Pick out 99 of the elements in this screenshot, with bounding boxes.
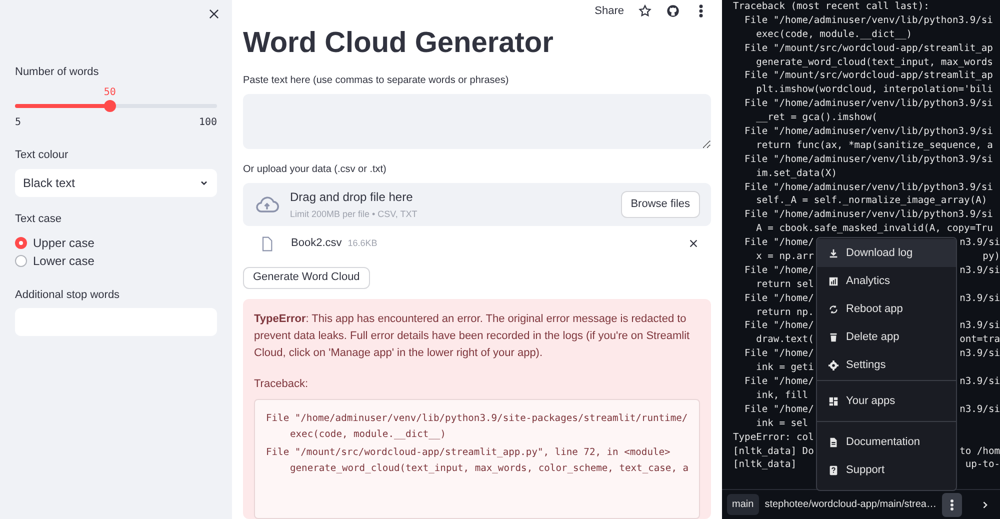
error-message: TypeError: This app has encountered an error. The original error message is redacted to prevent data leaks. Full error details have been recorded in the logs (if you're on Streamlit Cloud, click on 'Manage app' in the lower right of your app).: [254, 312, 691, 361]
log-line: plt.imshow(wordcloud, interpolation='bili: [755, 83, 993, 98]
log-line: self._A = self._normalize_image_array(A): [755, 194, 988, 208]
uploader-label: Or upload your data (.csv or .txt): [243, 163, 388, 178]
log-line: n3.9/si: [960, 402, 1000, 417]
log-line: Traceback (most recent call last):: [733, 0, 930, 14]
log-line: n3.9/si: [960, 347, 1000, 362]
log-line: File "/home/adminuser/venv/lib/python3.9/si: [744, 14, 993, 28]
slider-label: Number of words: [15, 65, 100, 80]
colour-dropdown[interactable]: Black text: [15, 169, 217, 197]
log-line: File "/home/adminuser/venv/lib/python3.9/si: [744, 208, 993, 222]
dropzone-hint: Limit 200MB per file • CSV, TXT: [290, 208, 418, 221]
log-line: File "/home/adminuser/venv/lib/python3.9/si: [744, 152, 993, 167]
slider-max: 100: [198, 116, 217, 130]
radio-button[interactable]: [15, 236, 27, 248]
menu-item[interactable]: Analytics: [817, 267, 956, 295]
log-line: to /hom: [960, 444, 1000, 458]
log-line: n3.9/si: [960, 292, 1000, 306]
repo-path: stephotee/wordcloud-app/main/strea…: [764, 498, 936, 512]
generate-button[interactable]: Generate Word Cloud: [243, 266, 370, 289]
log-line: File "/home/adminuser/venv/lib/python3.9/si: [744, 97, 993, 112]
log-line: File "/mount/src/wordcloud-app/streamlit_ap: [744, 42, 993, 56]
log-line: py): [982, 250, 1000, 264]
log-line: generate_word_cloud(text_input, max_words: [755, 56, 993, 70]
log-line: File "/home/: [744, 236, 814, 250]
log-line: File "/home/: [744, 292, 814, 306]
log-line: File "/home/: [744, 347, 814, 362]
log-line: ont=tra: [960, 333, 1000, 348]
log-line: return func(ax, *map(sanitize_sequence, a: [755, 138, 993, 153]
text-field[interactable]: [243, 94, 711, 150]
radio-button[interactable]: [15, 254, 27, 266]
bar-chart-icon: [828, 276, 839, 286]
log-line: __ret = gca().imshow(: [755, 111, 878, 126]
radio-label[interactable]: Upper case: [33, 234, 94, 252]
menu-item[interactable]: Support: [817, 456, 956, 484]
upload-dropzone[interactable]: Drag and drop file here Limit 200MB per file • CSV, TXT Browse files: [243, 183, 711, 226]
input-label: Additional stop words: [15, 288, 121, 302]
log-line: up-to-: [965, 458, 1000, 472]
branch-badge: main: [727, 494, 759, 515]
menu-item[interactable]: Download log: [817, 239, 956, 267]
log-line: n3.9/si: [960, 264, 1000, 278]
log-line: im.set_data(X): [755, 166, 837, 181]
log-line: exec(code, module.__dict__): [755, 28, 912, 42]
file-name: Book2.csv: [291, 236, 342, 252]
grid-icon: [828, 396, 839, 406]
trash-icon: [828, 332, 839, 342]
radio-label[interactable]: Lower case: [33, 252, 94, 270]
log-line: ink = sel: [755, 416, 808, 431]
page-title: Word Cloud Generator: [243, 26, 554, 62]
log-line: x = np.arr: [755, 250, 814, 264]
log-line: File "/home/adminuser/venv/lib/python3.9/si: [744, 125, 993, 139]
menu-item[interactable]: Documentation: [817, 428, 956, 456]
log-line: A = cbook.safe_masked_invalid(A, copy=Tru: [755, 222, 993, 236]
log-line: n3.9/si: [960, 375, 1000, 389]
document-icon: [828, 436, 839, 448]
select-label: Text colour: [15, 148, 70, 162]
star-icon[interactable]: [638, 4, 652, 18]
github-icon[interactable]: [666, 4, 680, 18]
log-line: File "/home/: [744, 319, 814, 334]
file-size: 16.6KB: [348, 236, 378, 250]
log-line: TypeError: col: [733, 430, 814, 444]
log-line: ink, fill: [755, 388, 808, 403]
code-line: generate_word_cloud(text_input, max_words, color_scheme, text_case, a: [289, 462, 688, 476]
code-line: File "/mount/src/wordcloud-app/streamlit_app.py", line 72, in <module>: [266, 446, 672, 460]
more-button[interactable]: [942, 492, 962, 516]
log-line: File "/home/: [744, 402, 814, 417]
code-line: File "/home/adminuser/venv/lib/python3.9/site-packages/streamlit/runtime/: [266, 412, 688, 426]
menu-item[interactable]: Reboot app: [817, 295, 956, 323]
settings-icon: [828, 360, 839, 370]
log-line: File "/home/: [744, 264, 814, 278]
slider-min: 5: [15, 116, 22, 130]
menu-item[interactable]: Your apps: [817, 387, 956, 415]
log-line: [nltk_data]: [733, 458, 797, 472]
log-line: File "/mount/src/wordcloud-app/streamlit_ap: [744, 69, 993, 84]
log-line: draw.text(: [755, 333, 814, 348]
close-icon[interactable]: [207, 7, 221, 21]
dropzone-prompt: Drag and drop file here: [290, 188, 414, 206]
code-line: exec(code, module.__dict__): [289, 428, 447, 442]
log-line: File "/home/adminuser/venv/lib/python3.9/si: [744, 180, 993, 194]
menu-item[interactable]: Settings: [817, 351, 956, 379]
log-line: File "/home/: [744, 375, 814, 389]
browse-files-button[interactable]: Browse files: [620, 191, 700, 218]
close-icon[interactable]: [688, 238, 699, 250]
download-icon: [828, 248, 839, 258]
log-line: n3.9/si: [960, 319, 1000, 334]
traceback-label: Traceback:: [254, 376, 310, 392]
slider-thumb[interactable]: [104, 100, 116, 112]
share-button[interactable]: Share: [594, 2, 624, 20]
textarea-label: Paste text here (use commas to separate words or phrases): [243, 74, 510, 88]
log-line: ink = geti: [755, 361, 814, 376]
log-line: return np.: [755, 306, 814, 320]
menu-item[interactable]: Delete app: [817, 323, 956, 351]
refresh-icon: [828, 304, 839, 314]
log-line: return sel: [755, 278, 814, 292]
help-icon: [828, 464, 839, 476]
log-line: [nltk_data] Do: [733, 444, 814, 458]
log-line: n3.9/si: [960, 236, 1000, 250]
radio-group-label: Text case: [15, 212, 62, 227]
slider-value: 50: [104, 86, 116, 100]
